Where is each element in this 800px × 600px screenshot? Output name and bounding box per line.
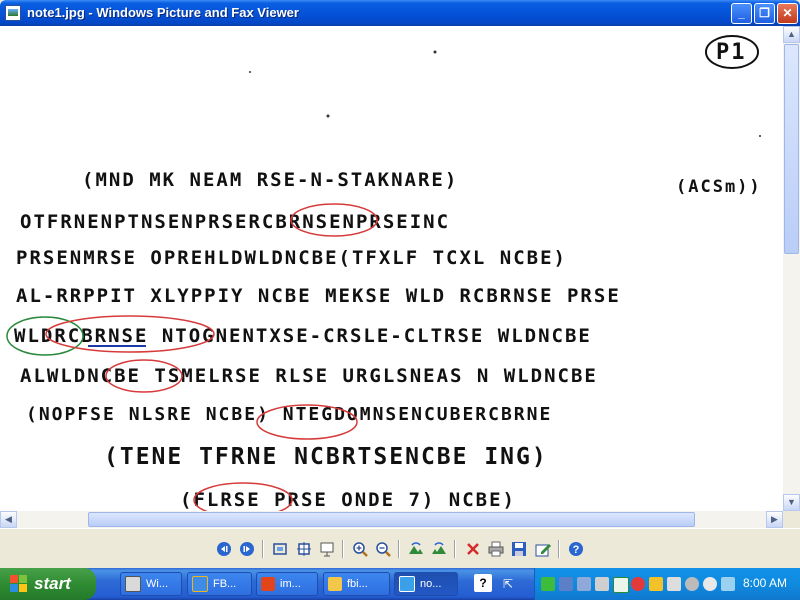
- start-label: start: [34, 574, 71, 593]
- cursor-icon[interactable]: ⇱: [498, 574, 518, 594]
- internet-explorer-icon: [192, 576, 208, 592]
- viewer-toolbar: ?: [0, 528, 800, 569]
- taskbar-item-label: fbi...: [347, 578, 368, 590]
- media-icon[interactable]: [703, 577, 717, 591]
- note-line-3: PRSENMRSE OPREHLDWLDNCBE(TFXLF TCXL NCBE…: [16, 247, 567, 269]
- delete-icon[interactable]: [463, 539, 483, 559]
- edit-icon[interactable]: [533, 539, 553, 559]
- taskbar-item-label: Wi...: [146, 578, 168, 590]
- taskbar-item-image-editor[interactable]: im...: [256, 572, 318, 596]
- note-line-8: (TENE TFRNE NCBRTSENCBE ING): [104, 444, 548, 470]
- taskbar-item-label: FB...: [213, 578, 237, 590]
- maximize-button[interactable]: ❐: [754, 3, 775, 24]
- window-title: note1.jpg - Windows Picture and Fax View…: [27, 5, 299, 20]
- note-line-4: AL-RRPPIT XLYPPIY NCBE MEKSE WLD RCBRNSE…: [16, 285, 621, 307]
- next-icon[interactable]: [237, 539, 257, 559]
- note-line-9: (FLRSE PRSE ONDE 7) NCBE): [180, 489, 516, 511]
- close-button[interactable]: ✕: [777, 3, 798, 24]
- note-line-2: OTFRNENPTNSENPRSERCBRNSENPRSEINC: [20, 211, 450, 233]
- horizontal-scrollbar[interactable]: ◀ ▶: [0, 511, 783, 528]
- note-line-7: (NOPFSE NLSRE NCBE) NTEGDOMNSENCUBERCBRN…: [26, 404, 552, 425]
- speaker-icon[interactable]: [685, 577, 699, 591]
- scroll-up-arrow-icon[interactable]: ▲: [783, 26, 800, 43]
- computer-icon[interactable]: [577, 577, 591, 591]
- sync-icon[interactable]: [721, 577, 735, 591]
- scroll-down-arrow-icon[interactable]: ▼: [783, 494, 800, 511]
- windows-flag-icon: [10, 575, 28, 593]
- note-line-1: (MND MK NEAM RSE-N-STAKNARE): [82, 169, 458, 191]
- taskbar-item-label: im...: [280, 578, 301, 590]
- taskbar-item-label: no...: [420, 578, 442, 590]
- device-icon[interactable]: [595, 577, 609, 591]
- vertical-scrollbar[interactable]: ▲ ▼: [783, 26, 800, 511]
- page-label: P1: [716, 40, 747, 65]
- system-tray: 8:00 AM: [534, 568, 800, 600]
- picture-viewer-icon: [399, 576, 415, 592]
- help-icon[interactable]: ?: [474, 574, 492, 592]
- display-icon[interactable]: [559, 577, 573, 591]
- minimize-button[interactable]: _: [731, 3, 752, 24]
- network-icon[interactable]: [541, 577, 555, 591]
- pen-icon[interactable]: [667, 577, 681, 591]
- start-button[interactable]: start: [0, 568, 96, 600]
- taskbar-item-folder[interactable]: fbi...: [323, 572, 390, 596]
- zoom-in-icon[interactable]: [350, 539, 370, 559]
- prev-icon[interactable]: [214, 539, 234, 559]
- handwritten-note-image: P1 (ACSm)) (MND MK NEAM RSE-N-STAKNARE) …: [6, 35, 762, 511]
- title-bar[interactable]: note1.jpg - Windows Picture and Fax View…: [0, 0, 800, 26]
- vertical-scroll-thumb[interactable]: [784, 44, 799, 254]
- computer-icon: [125, 576, 141, 592]
- svg-text:?: ?: [573, 544, 580, 556]
- security-icon[interactable]: [631, 577, 645, 591]
- note-line-5: WLDRCBRNSE NTOGNENTXSE-CRSLE-CLTRSE WLDN…: [14, 325, 592, 347]
- clock[interactable]: 8:00 AM: [743, 576, 787, 590]
- actual-size-icon[interactable]: [294, 539, 314, 559]
- picture-viewer-icon[interactable]: [5, 5, 21, 21]
- image-editor-icon: [261, 577, 275, 591]
- print-icon[interactable]: [486, 539, 506, 559]
- scroll-right-arrow-icon[interactable]: ▶: [766, 511, 783, 528]
- image-viewport[interactable]: P1 (ACSm)) (MND MK NEAM RSE-N-STAKNARE) …: [0, 26, 783, 511]
- slideshow-icon[interactable]: [317, 539, 337, 559]
- shield-icon[interactable]: [649, 577, 663, 591]
- taskbar-item-browser[interactable]: FB...: [187, 572, 252, 596]
- taskbar: start Wi... FB... im... fbi... no... ? ⇱…: [0, 568, 800, 600]
- checkmark-icon[interactable]: [613, 577, 629, 593]
- rotate-ccw-icon[interactable]: [429, 539, 449, 559]
- save-icon[interactable]: [509, 539, 529, 559]
- rotate-cw-icon[interactable]: [406, 539, 426, 559]
- help-icon[interactable]: ?: [566, 539, 586, 559]
- taskbar-item-windows[interactable]: Wi...: [120, 572, 182, 596]
- scrollbar-corner: [783, 511, 800, 528]
- horizontal-scroll-thumb[interactable]: [88, 512, 695, 527]
- best-fit-icon[interactable]: [270, 539, 290, 559]
- scroll-left-arrow-icon[interactable]: ◀: [0, 511, 17, 528]
- zoom-out-icon[interactable]: [373, 539, 393, 559]
- taskbar-item-picture-viewer[interactable]: no...: [394, 572, 458, 596]
- side-note: (ACSm)): [676, 177, 762, 197]
- folder-icon: [328, 577, 342, 591]
